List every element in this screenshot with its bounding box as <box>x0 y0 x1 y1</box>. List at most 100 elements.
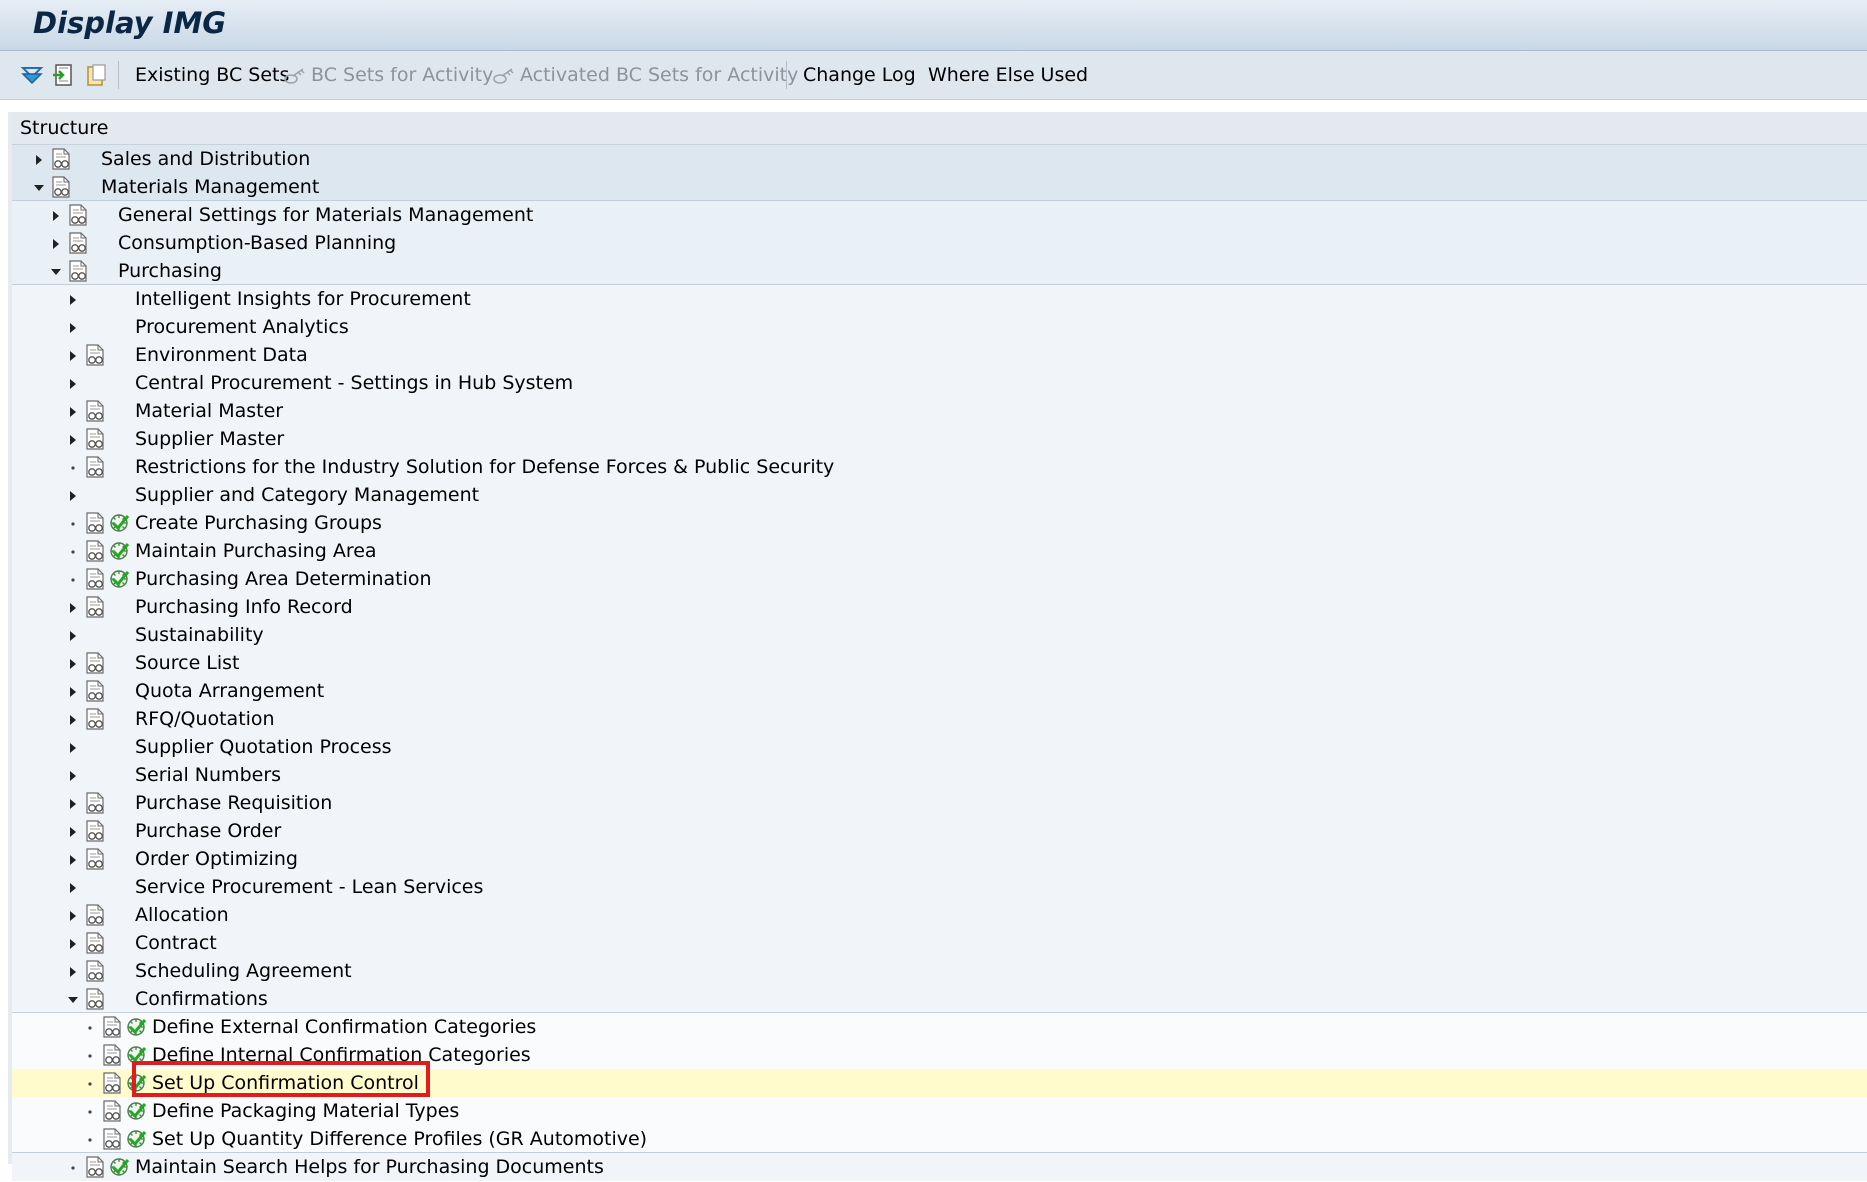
documentation-icon[interactable] <box>84 652 106 674</box>
activated-bc-sets-button[interactable]: Activated BC Sets for Activity <box>492 51 798 99</box>
tree-row[interactable]: Environment Data <box>12 341 1867 369</box>
expand-arrow-icon[interactable] <box>68 740 78 754</box>
expand-arrow-icon[interactable] <box>68 712 78 726</box>
tree-row[interactable]: Service Procurement - Lean Services <box>12 873 1867 901</box>
tree-row[interactable]: Procurement Analytics <box>12 313 1867 341</box>
collapse-arrow-icon[interactable] <box>34 180 44 194</box>
expand-arrow-icon[interactable] <box>68 936 78 950</box>
tree-row[interactable]: Confirmations <box>12 985 1867 1013</box>
documentation-icon[interactable] <box>84 848 106 870</box>
tree-row[interactable]: Sales and Distribution <box>12 145 1867 173</box>
documentation-icon[interactable] <box>84 988 106 1010</box>
where-else-used-button[interactable]: Where Else Used <box>928 51 1088 99</box>
documentation-icon[interactable] <box>101 1100 123 1122</box>
tree-row[interactable]: Maintain Purchasing Area <box>12 537 1867 565</box>
tree-row[interactable]: Order Optimizing <box>12 845 1867 873</box>
documentation-icon[interactable] <box>84 456 106 478</box>
import-icon[interactable] <box>51 63 75 87</box>
expand-arrow-icon[interactable] <box>68 684 78 698</box>
documentation-icon[interactable] <box>84 932 106 954</box>
tree-row[interactable]: Purchase Order <box>12 817 1867 845</box>
expand-arrow-icon[interactable] <box>68 348 78 362</box>
tree-row[interactable]: Supplier and Category Management <box>12 481 1867 509</box>
documentation-icon[interactable] <box>50 148 72 170</box>
expand-arrow-icon[interactable] <box>68 376 78 390</box>
documentation-icon[interactable] <box>67 232 89 254</box>
expand-arrow-icon[interactable] <box>68 320 78 334</box>
expand-arrow-icon[interactable] <box>68 796 78 810</box>
documentation-icon[interactable] <box>84 820 106 842</box>
documentation-icon[interactable] <box>84 568 106 590</box>
documentation-icon[interactable] <box>84 680 106 702</box>
documentation-icon[interactable] <box>84 596 106 618</box>
documentation-icon[interactable] <box>50 176 72 198</box>
clipboard-icon[interactable] <box>84 63 108 87</box>
expand-arrow-icon[interactable] <box>68 600 78 614</box>
documentation-icon[interactable] <box>101 1072 123 1094</box>
documentation-icon[interactable] <box>84 428 106 450</box>
tree-row[interactable]: Set Up Quantity Difference Profiles (GR … <box>12 1125 1867 1153</box>
tree-row[interactable]: Sustainability <box>12 621 1867 649</box>
documentation-icon[interactable] <box>84 540 106 562</box>
tree-row[interactable]: Purchasing <box>12 257 1867 285</box>
execute-activity-icon[interactable] <box>125 1016 147 1038</box>
documentation-icon[interactable] <box>84 1156 106 1178</box>
expand-arrow-icon[interactable] <box>68 964 78 978</box>
tree-row[interactable]: Intelligent Insights for Procurement <box>12 285 1867 313</box>
tree-row[interactable]: Material Master <box>12 397 1867 425</box>
collapse-arrow-icon[interactable] <box>68 992 78 1006</box>
expand-arrow-icon[interactable] <box>68 768 78 782</box>
existing-bc-sets-button[interactable]: Existing BC Sets <box>135 51 289 99</box>
execute-activity-icon[interactable] <box>125 1044 147 1066</box>
execute-activity-icon[interactable] <box>108 512 130 534</box>
tree-row[interactable]: Allocation <box>12 901 1867 929</box>
documentation-icon[interactable] <box>84 344 106 366</box>
documentation-icon[interactable] <box>84 512 106 534</box>
tree-row[interactable]: Define External Confirmation Categories <box>12 1013 1867 1041</box>
documentation-icon[interactable] <box>67 260 89 282</box>
tree-row[interactable]: Restrictions for the Industry Solution f… <box>12 453 1867 481</box>
tree-row[interactable]: Define Internal Confirmation Categories <box>12 1041 1867 1069</box>
tree-row[interactable]: Serial Numbers <box>12 761 1867 789</box>
documentation-icon[interactable] <box>84 400 106 422</box>
tree-row[interactable]: Consumption-Based Planning <box>12 229 1867 257</box>
change-log-button[interactable]: Change Log <box>803 51 916 99</box>
tree-row[interactable]: Set Up Confirmation Control <box>12 1069 1867 1097</box>
execute-activity-icon[interactable] <box>108 540 130 562</box>
expand-arrow-icon[interactable] <box>68 292 78 306</box>
expand-arrow-icon[interactable] <box>68 432 78 446</box>
tree-row[interactable]: Maintain Search Helps for Purchasing Doc… <box>12 1153 1867 1181</box>
tree-row[interactable]: Contract <box>12 929 1867 957</box>
expand-arrow-icon[interactable] <box>68 852 78 866</box>
documentation-icon[interactable] <box>84 792 106 814</box>
documentation-icon[interactable] <box>101 1016 123 1038</box>
expand-arrow-icon[interactable] <box>51 236 61 250</box>
execute-activity-icon[interactable] <box>108 1156 130 1178</box>
tree-row[interactable]: Create Purchasing Groups <box>12 509 1867 537</box>
tree-row[interactable]: Quota Arrangement <box>12 677 1867 705</box>
expand-arrow-icon[interactable] <box>34 152 44 166</box>
expand-arrow-icon[interactable] <box>51 208 61 222</box>
execute-activity-icon[interactable] <box>125 1128 147 1150</box>
collapse-arrow-icon[interactable] <box>51 264 61 278</box>
bc-sets-for-activity-button[interactable]: BC Sets for Activity <box>283 51 493 99</box>
tree-row[interactable]: Source List <box>12 649 1867 677</box>
documentation-icon[interactable] <box>67 204 89 226</box>
tree-row[interactable]: Materials Management <box>12 173 1867 201</box>
documentation-icon[interactable] <box>84 708 106 730</box>
tree-row[interactable]: Supplier Master <box>12 425 1867 453</box>
expand-arrow-icon[interactable] <box>68 404 78 418</box>
execute-activity-icon[interactable] <box>108 568 130 590</box>
documentation-icon[interactable] <box>101 1044 123 1066</box>
tree-row[interactable]: Scheduling Agreement <box>12 957 1867 985</box>
tree-row[interactable]: Purchasing Area Determination <box>12 565 1867 593</box>
tree-row[interactable]: Purchasing Info Record <box>12 593 1867 621</box>
execute-activity-icon[interactable] <box>125 1072 147 1094</box>
expand-arrow-icon[interactable] <box>68 880 78 894</box>
expand-arrow-icon[interactable] <box>68 488 78 502</box>
documentation-icon[interactable] <box>101 1128 123 1150</box>
tree-row[interactable]: Purchase Requisition <box>12 789 1867 817</box>
documentation-icon[interactable] <box>84 960 106 982</box>
tree-row[interactable]: General Settings for Materials Managemen… <box>12 201 1867 229</box>
expand-arrow-icon[interactable] <box>68 908 78 922</box>
